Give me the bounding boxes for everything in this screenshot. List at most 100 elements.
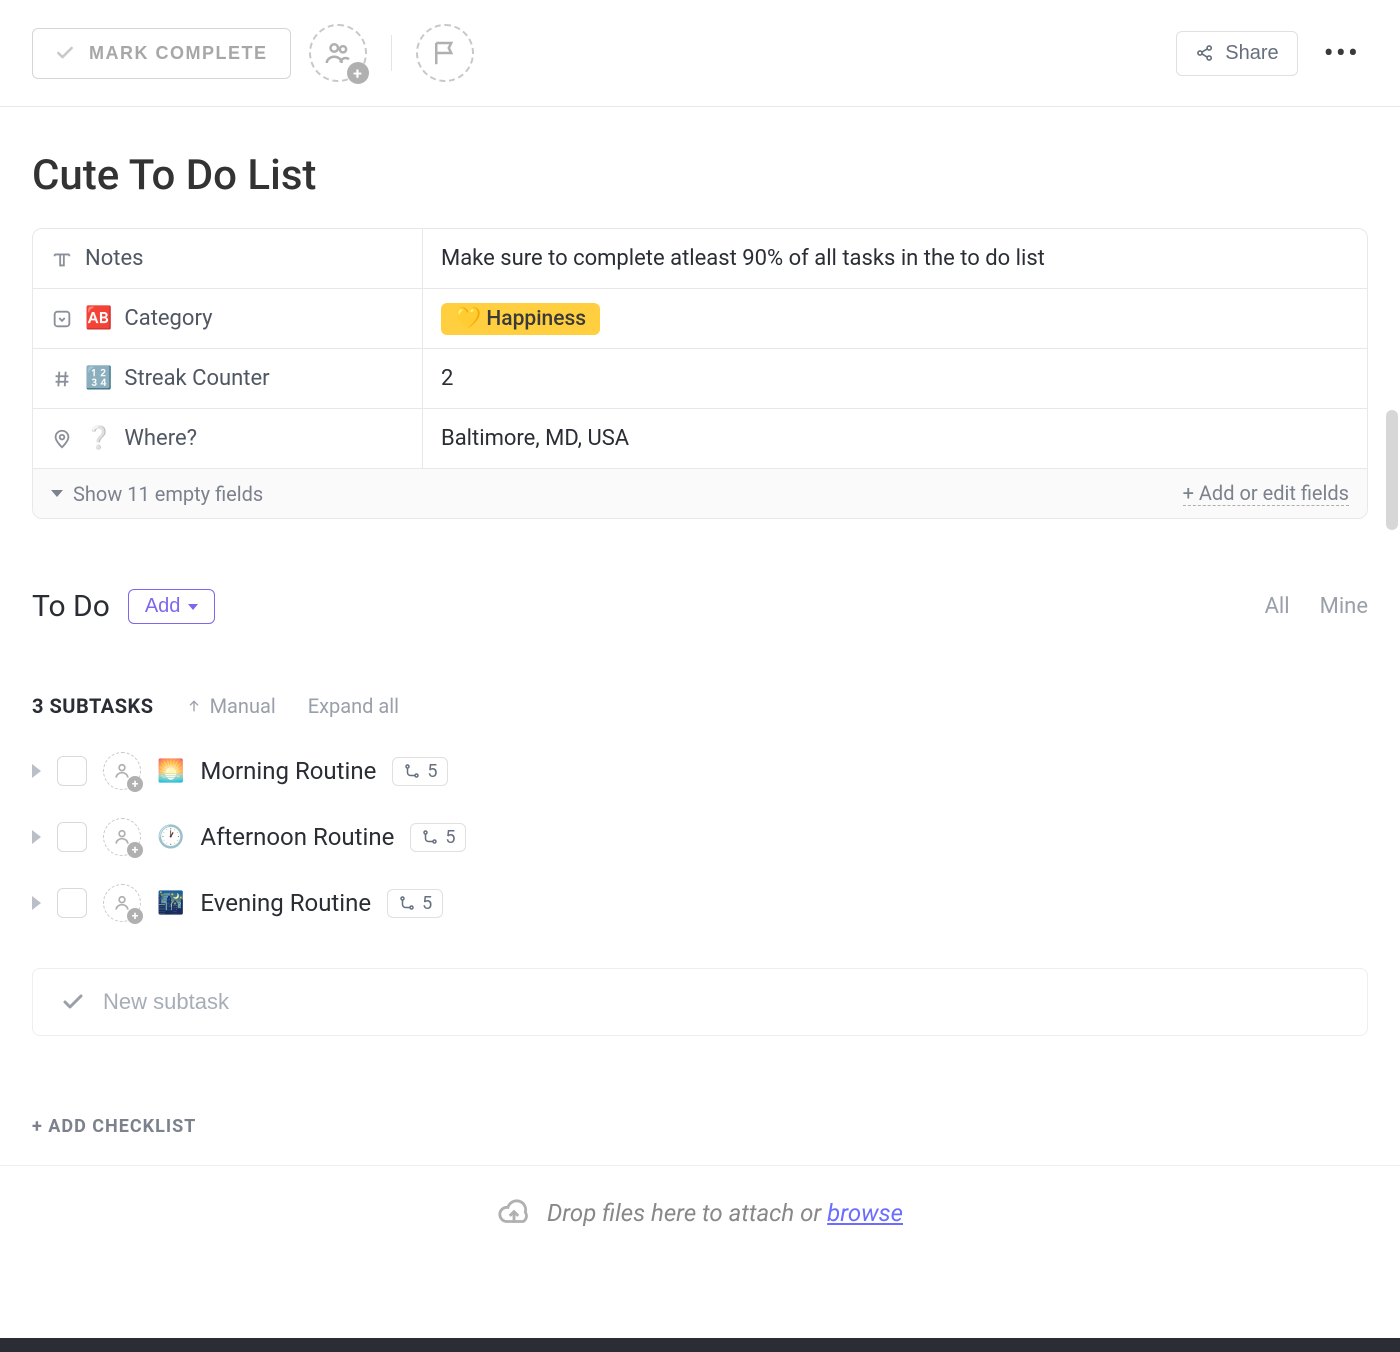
more-menu-button[interactable]: ••• — [1316, 36, 1368, 71]
priority-flag-button[interactable] — [416, 24, 474, 82]
filter-mine[interactable]: Mine — [1320, 594, 1368, 619]
text-icon — [51, 248, 73, 270]
streak-value: 2 — [441, 366, 453, 391]
subtask-emoji: 🌅 — [157, 759, 184, 784]
dropzone-text: Drop files here to attach or — [547, 1199, 827, 1227]
cloud-upload-icon — [497, 1196, 531, 1230]
scrollbar[interactable] — [1386, 410, 1398, 530]
subtree-icon — [398, 894, 416, 912]
arrow-up-icon — [186, 698, 202, 714]
chevron-down-icon — [51, 490, 63, 497]
show-empty-fields-button[interactable]: Show 11 empty fields — [51, 482, 263, 506]
show-empty-label: Show 11 empty fields — [73, 482, 263, 506]
subtask-row: + 🕐 Afternoon Routine 5 — [32, 818, 1368, 856]
field-emoji: ❔ — [85, 426, 112, 451]
field-label-text: Notes — [85, 246, 143, 271]
filter-all[interactable]: All — [1265, 594, 1290, 619]
children-count: 5 — [445, 827, 455, 848]
field-emoji: 🔢 — [85, 366, 112, 391]
subtask-count: 3 SUBTASKS — [32, 694, 154, 718]
plus-icon: + — [347, 62, 369, 84]
field-value-streak[interactable]: 2 — [423, 349, 1367, 408]
where-value: Baltimore, MD, USA — [441, 426, 629, 451]
assignees-add-button[interactable]: + — [309, 24, 367, 82]
field-label: Notes — [33, 229, 423, 288]
subtree-icon — [421, 828, 439, 846]
sort-button[interactable]: Manual — [186, 694, 276, 718]
expand-caret-icon[interactable] — [32, 830, 41, 844]
subtask-name[interactable]: Morning Routine — [200, 757, 376, 785]
children-count: 5 — [422, 893, 432, 914]
todo-header: To Do Add All Mine — [32, 589, 1368, 624]
browse-link[interactable]: browse — [827, 1199, 903, 1227]
field-label: 🆎 Category — [33, 289, 423, 348]
subtask-name[interactable]: Evening Routine — [200, 889, 371, 917]
add-label: Add — [145, 595, 181, 618]
field-label: 🔢 Streak Counter — [33, 349, 423, 408]
subtask-children-badge[interactable]: 5 — [410, 823, 466, 852]
mark-complete-label: MARK COMPLETE — [89, 43, 268, 64]
subtask-controls: 3 SUBTASKS Manual Expand all — [32, 694, 1368, 718]
expand-all-button[interactable]: Expand all — [308, 694, 399, 718]
todo-section: To Do Add All Mine 3 SUBTASKS Manual Exp… — [0, 519, 1400, 1036]
field-value-where[interactable]: Baltimore, MD, USA — [423, 409, 1367, 468]
field-label-text: Streak Counter — [124, 366, 269, 391]
page-title[interactable]: Cute To Do List — [0, 107, 1400, 228]
share-label: Share — [1225, 42, 1278, 65]
subtask-list: + 🌅 Morning Routine 5 + 🕐 Afternoon Rout… — [32, 752, 1368, 922]
fields-footer: Show 11 empty fields + Add or edit field… — [33, 469, 1367, 518]
add-subtask-button[interactable]: Add — [128, 589, 216, 624]
subtask-checkbox[interactable] — [57, 888, 87, 918]
attachment-dropzone[interactable]: Drop files here to attach or browse — [0, 1165, 1400, 1260]
field-row-where: ❔ Where? Baltimore, MD, USA — [33, 409, 1367, 469]
subtask-checkbox[interactable] — [57, 756, 87, 786]
check-icon — [61, 990, 85, 1014]
add-checklist-button[interactable]: + ADD CHECKLIST — [32, 1116, 1368, 1137]
mark-complete-button[interactable]: MARK COMPLETE — [32, 28, 291, 79]
flag-icon — [430, 38, 460, 68]
new-subtask-input[interactable] — [103, 989, 1339, 1015]
new-subtask-input-row[interactable] — [32, 968, 1368, 1036]
category-tag: 💛 Happiness — [441, 303, 600, 335]
hash-icon — [51, 368, 73, 390]
subtask-children-badge[interactable]: 5 — [392, 757, 448, 786]
field-value-category[interactable]: 💛 Happiness — [423, 289, 1367, 348]
check-icon — [55, 43, 75, 63]
subtask-name[interactable]: Afternoon Routine — [200, 823, 394, 851]
subtask-row: + 🌃 Evening Routine 5 — [32, 884, 1368, 922]
notes-text: Make sure to complete atleast 90% of all… — [441, 246, 1045, 271]
field-emoji: 🆎 — [85, 306, 112, 331]
subtask-row: + 🌅 Morning Routine 5 — [32, 752, 1368, 790]
dropdown-icon — [51, 308, 73, 330]
subtask-checkbox[interactable] — [57, 822, 87, 852]
field-label-text: Where? — [124, 426, 197, 451]
sort-label: Manual — [210, 694, 276, 718]
expand-caret-icon[interactable] — [32, 896, 41, 910]
assign-user-button[interactable]: + — [103, 752, 141, 790]
chevron-down-icon — [188, 604, 198, 610]
children-count: 5 — [427, 761, 437, 782]
field-row-streak: 🔢 Streak Counter 2 — [33, 349, 1367, 409]
location-icon — [51, 428, 73, 450]
share-button[interactable]: Share — [1176, 31, 1297, 76]
bottom-strip — [0, 1338, 1400, 1352]
toolbar: MARK COMPLETE + Share ••• — [0, 0, 1400, 107]
assign-user-button[interactable]: + — [103, 884, 141, 922]
subtree-icon — [403, 762, 421, 780]
subtask-children-badge[interactable]: 5 — [387, 889, 443, 918]
plus-icon: + — [127, 842, 143, 858]
add-edit-fields-button[interactable]: + Add or edit fields — [1183, 481, 1349, 506]
share-icon — [1195, 43, 1215, 63]
field-row-notes: Notes Make sure to complete atleast 90% … — [33, 229, 1367, 289]
people-icon — [323, 38, 353, 68]
field-value-notes[interactable]: Make sure to complete atleast 90% of all… — [423, 229, 1367, 288]
toolbar-separator — [391, 35, 392, 71]
expand-caret-icon[interactable] — [32, 764, 41, 778]
field-row-category: 🆎 Category 💛 Happiness — [33, 289, 1367, 349]
assign-user-button[interactable]: + — [103, 818, 141, 856]
subtask-emoji: 🕐 — [157, 825, 184, 850]
plus-icon: + — [127, 776, 143, 792]
field-label-text: Category — [124, 306, 212, 331]
custom-fields-table: Notes Make sure to complete atleast 90% … — [32, 228, 1368, 519]
field-label: ❔ Where? — [33, 409, 423, 468]
